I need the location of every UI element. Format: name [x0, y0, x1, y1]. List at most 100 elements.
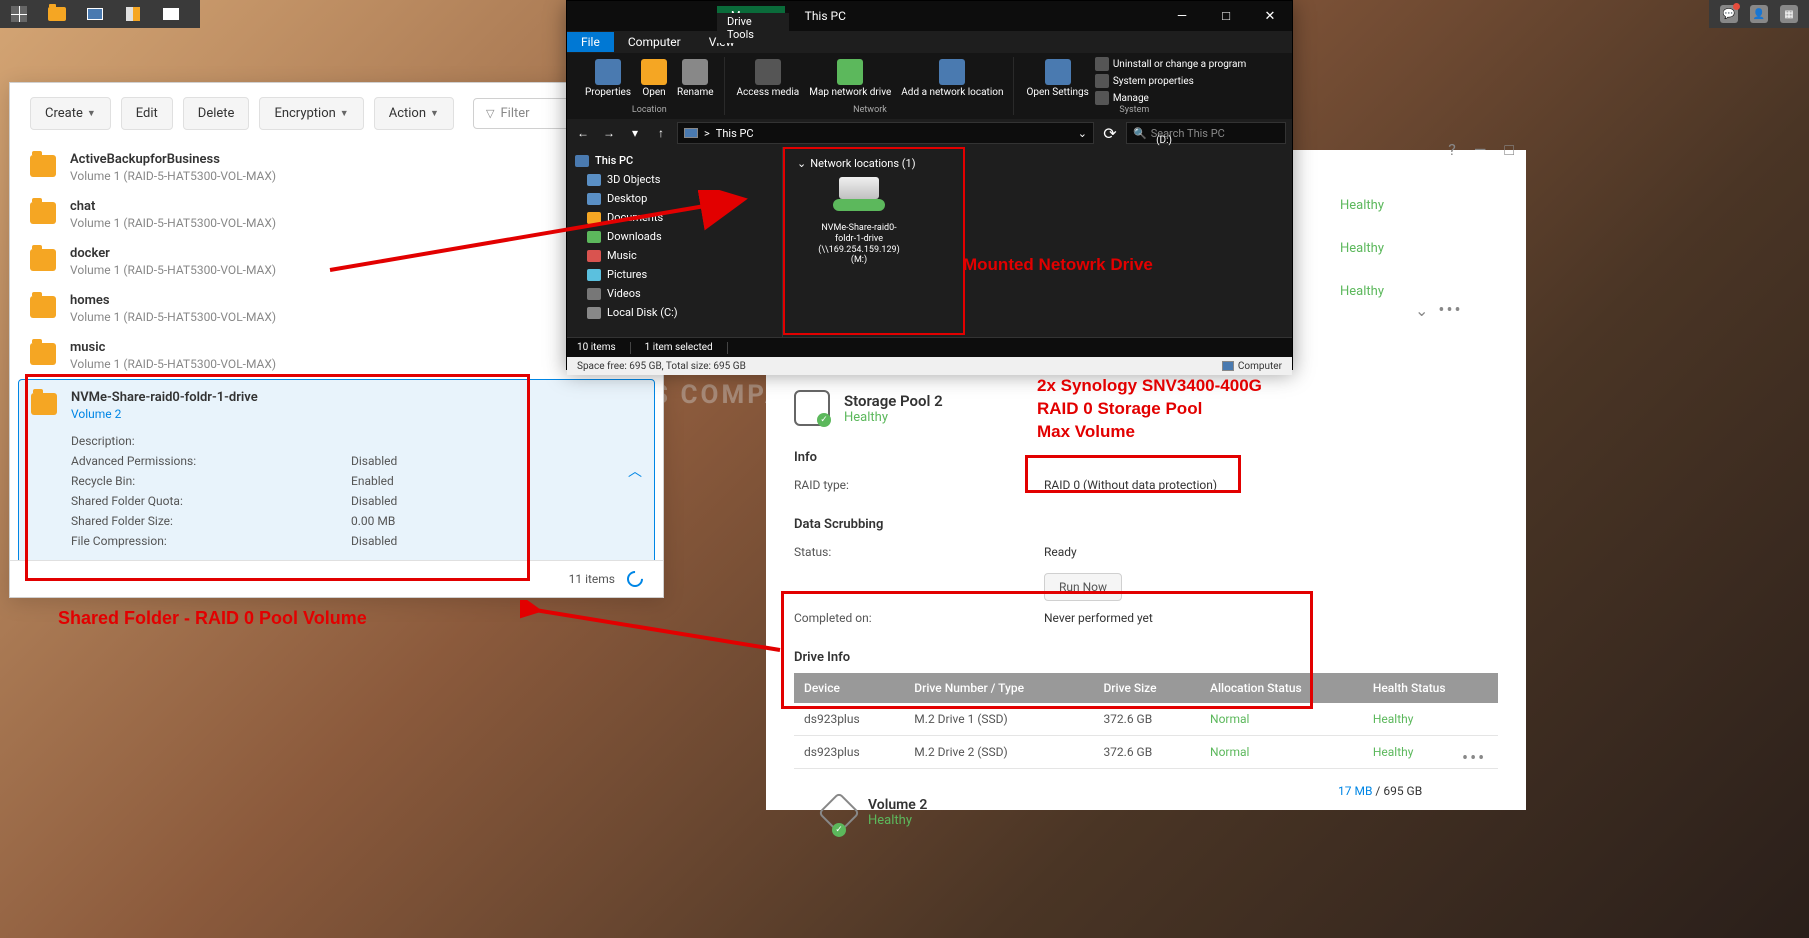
search-input[interactable]: 🔍 Search This PC — [1126, 122, 1286, 144]
drive-table: Device Drive Number / Type Drive Size Al… — [794, 673, 1498, 769]
network-icon — [939, 59, 965, 85]
selected-folder-volume: Volume 2 — [71, 407, 614, 421]
tab-computer[interactable]: Computer — [614, 32, 695, 52]
health-status: Healthy — [1340, 241, 1384, 256]
maximize-button[interactable]: □ — [1504, 140, 1514, 160]
chevron-down-icon: ▼ — [340, 108, 349, 119]
pc-icon — [575, 155, 589, 167]
tree-item[interactable]: Music — [567, 246, 782, 265]
forward-button[interactable]: → — [599, 123, 619, 143]
address-bar[interactable]: >This PC⌄ — [677, 122, 1094, 144]
chat-icon[interactable]: 💬 — [1720, 5, 1738, 23]
access-media-button[interactable]: Access media — [733, 57, 804, 100]
manage-tab[interactable]: Manage Drive Tools — [717, 6, 785, 26]
chevron-down-icon[interactable]: ⌄ — [1415, 301, 1428, 320]
panel-icon[interactable] — [152, 0, 190, 28]
pool-title: Storage Pool 2 — [844, 392, 943, 410]
ribbon-tabs: File Computer View — [567, 31, 1292, 53]
dsm-tray: 💬 👤 ▦ — [1709, 0, 1809, 28]
recent-button[interactable]: ▾ — [625, 123, 645, 143]
item-count: 11 items — [569, 572, 615, 586]
tree-item[interactable]: Videos — [567, 284, 782, 303]
manage-button[interactable]: Manage — [1095, 91, 1246, 105]
encryption-button[interactable]: Encryption ▼ — [259, 97, 363, 130]
user-icon[interactable]: 👤 — [1750, 5, 1768, 23]
tree-item[interactable]: Downloads — [567, 227, 782, 246]
open-settings-button[interactable]: Open Settings — [1022, 57, 1092, 105]
selected-folder-name: NVMe-Share-raid0-foldr-1-drive — [71, 390, 614, 405]
volume-size: 17 MB / 695 GB — [1338, 784, 1422, 798]
tree-item[interactable]: Local Disk (C:) — [567, 303, 782, 322]
nav-tree: This PC 3D Objects Desktop Documents Dow… — [567, 147, 783, 337]
tree-item[interactable]: Pictures — [567, 265, 782, 284]
delete-button[interactable]: Delete — [183, 97, 250, 130]
run-now-button[interactable]: Run Now — [1044, 573, 1122, 601]
create-button[interactable]: Create ▼ — [30, 97, 111, 130]
table-row[interactable]: ds923plus M.2 Drive 1 (SSD) 372.6 GB Nor… — [794, 703, 1498, 736]
folder-icon — [30, 296, 56, 318]
list-item-selected[interactable]: NVMe-Share-raid0-foldr-1-drive Volume 2 … — [18, 379, 655, 568]
properties-button[interactable]: Properties — [581, 57, 635, 100]
network-drive-icon — [829, 177, 889, 217]
back-button[interactable]: ← — [573, 123, 593, 143]
annotation-text: Mounted Netowrk Drive — [963, 255, 1153, 275]
info-section: Info RAID type:RAID 0 (Without data prot… — [784, 440, 1508, 507]
refresh-icon[interactable] — [624, 568, 647, 591]
panel-footer: 11 items — [10, 560, 663, 597]
add-network-button[interactable]: Add a network location — [897, 57, 1007, 100]
table-row[interactable]: ds923plus M.2 Drive 2 (SSD) 372.6 GB Nor… — [794, 736, 1498, 769]
sys-props-button[interactable]: System properties — [1095, 74, 1246, 88]
network-drive-item[interactable]: NVMe-Share-raid0-foldr-1-drive (\\169.25… — [813, 177, 905, 266]
download-icon — [587, 231, 601, 243]
cube-icon — [587, 174, 601, 186]
dsm-taskbar — [0, 0, 200, 28]
folder-icon — [31, 393, 57, 415]
tree-root[interactable]: This PC — [567, 151, 782, 170]
chevron-up-icon[interactable]: ︿ — [628, 461, 642, 481]
folder-icon — [30, 249, 56, 271]
manage-icon — [1095, 91, 1109, 105]
windows-explorer: Manage Drive Tools This PC — □ ✕ File Co… — [566, 0, 1293, 370]
map-drive-button[interactable]: Map network drive — [805, 57, 895, 100]
maximize-button[interactable]: □ — [1204, 1, 1248, 31]
edit-button[interactable]: Edit — [121, 97, 173, 130]
tree-item[interactable]: 3D Objects — [567, 170, 782, 189]
volume-more-button[interactable]: ••• — [1462, 748, 1486, 769]
open-button[interactable]: Open — [637, 57, 671, 100]
drive-info-section: Drive Info Device Drive Number / Type Dr… — [784, 640, 1508, 779]
docs-icon[interactable] — [114, 0, 152, 28]
minimize-button[interactable]: — — [1160, 1, 1204, 31]
dashboard-icon[interactable]: ▦ — [1780, 5, 1798, 23]
rename-button[interactable]: Rename — [673, 57, 718, 100]
arrow-icon — [520, 600, 790, 660]
status-selected: 1 item selected — [645, 342, 713, 353]
pictures-icon — [587, 269, 601, 281]
help-button[interactable]: ? — [1448, 140, 1456, 160]
volume-title: Volume 2 — [868, 797, 927, 813]
uninstall-button[interactable]: Uninstall or change a program — [1095, 57, 1246, 71]
more-options-button[interactable]: ••• — [1438, 300, 1462, 321]
tree-item[interactable]: Documents — [567, 208, 782, 227]
close-button[interactable]: ✕ — [1248, 1, 1292, 31]
folder-icon[interactable] — [38, 0, 76, 28]
uninstall-icon — [1095, 57, 1109, 71]
status-count: 10 items — [577, 342, 616, 353]
details-bar: Space free: 695 GB, Total size: 695 GB C… — [567, 357, 1292, 375]
rename-icon — [682, 59, 708, 85]
tree-item[interactable]: Desktop — [567, 189, 782, 208]
health-status: Healthy — [1340, 284, 1384, 299]
action-button[interactable]: Action ▼ — [374, 97, 454, 130]
volume-health: Healthy — [868, 813, 927, 828]
window-title: This PC — [805, 9, 846, 23]
up-button[interactable]: ↑ — [651, 123, 671, 143]
apps-icon[interactable] — [0, 0, 38, 28]
tab-file[interactable]: File — [567, 32, 614, 52]
scrubbing-section: Data Scrubbing Status:Ready Run Now Comp… — [784, 507, 1508, 640]
drive-d-label: (D:) — [1156, 135, 1172, 146]
refresh-button[interactable]: ⟳ — [1100, 124, 1120, 143]
minimize-button[interactable]: — — [1474, 140, 1487, 160]
drive-tools-tab[interactable]: Drive Tools — [717, 13, 789, 43]
chevron-down-icon: ▼ — [430, 108, 439, 119]
monitor-icon[interactable] — [76, 0, 114, 28]
desktop-icon — [587, 193, 601, 205]
